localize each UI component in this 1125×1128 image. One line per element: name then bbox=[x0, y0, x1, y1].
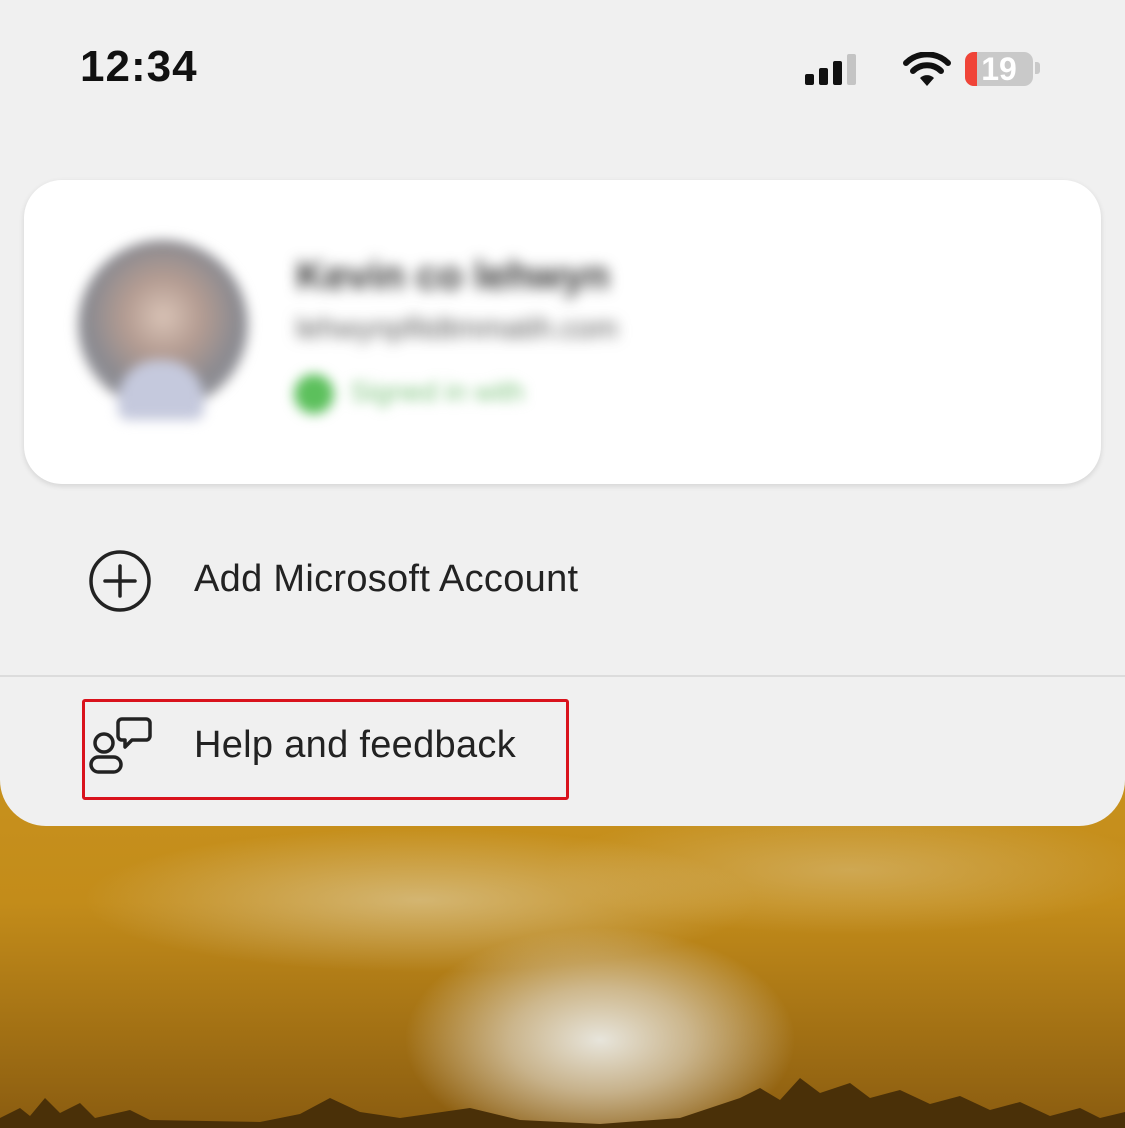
add-microsoft-account-label: Add Microsoft Account bbox=[194, 558, 579, 600]
cellular-signal-icon bbox=[805, 54, 856, 85]
screen: 12:34 19 Kevin co lehwyn lehwynpfitdtmma… bbox=[0, 0, 1125, 1128]
account-name: Kevin co lehwyn bbox=[296, 254, 610, 298]
account-sheet: 12:34 19 Kevin co lehwyn lehwynpfitdtmma… bbox=[0, 0, 1125, 826]
account-status-text: Signed in with bbox=[350, 376, 525, 407]
avatar bbox=[68, 230, 254, 444]
add-circle-icon bbox=[89, 550, 151, 612]
tree-silhouette bbox=[0, 1078, 1125, 1128]
add-microsoft-account-button[interactable]: Add Microsoft Account bbox=[0, 520, 1125, 640]
account-email: lehwynpfitdtmmatih.com bbox=[296, 312, 618, 345]
status-time: 12:34 bbox=[80, 42, 198, 91]
status-dot-icon bbox=[294, 374, 334, 414]
battery-level: 19 bbox=[981, 52, 1017, 86]
menu-divider bbox=[0, 675, 1125, 677]
wifi-icon bbox=[903, 52, 951, 86]
highlight-box bbox=[82, 699, 569, 800]
battery-icon: 19 bbox=[965, 52, 1033, 86]
account-card[interactable]: Kevin co lehwyn lehwynpfitdtmmatih.com S… bbox=[24, 180, 1101, 484]
battery-tip bbox=[1035, 62, 1040, 74]
